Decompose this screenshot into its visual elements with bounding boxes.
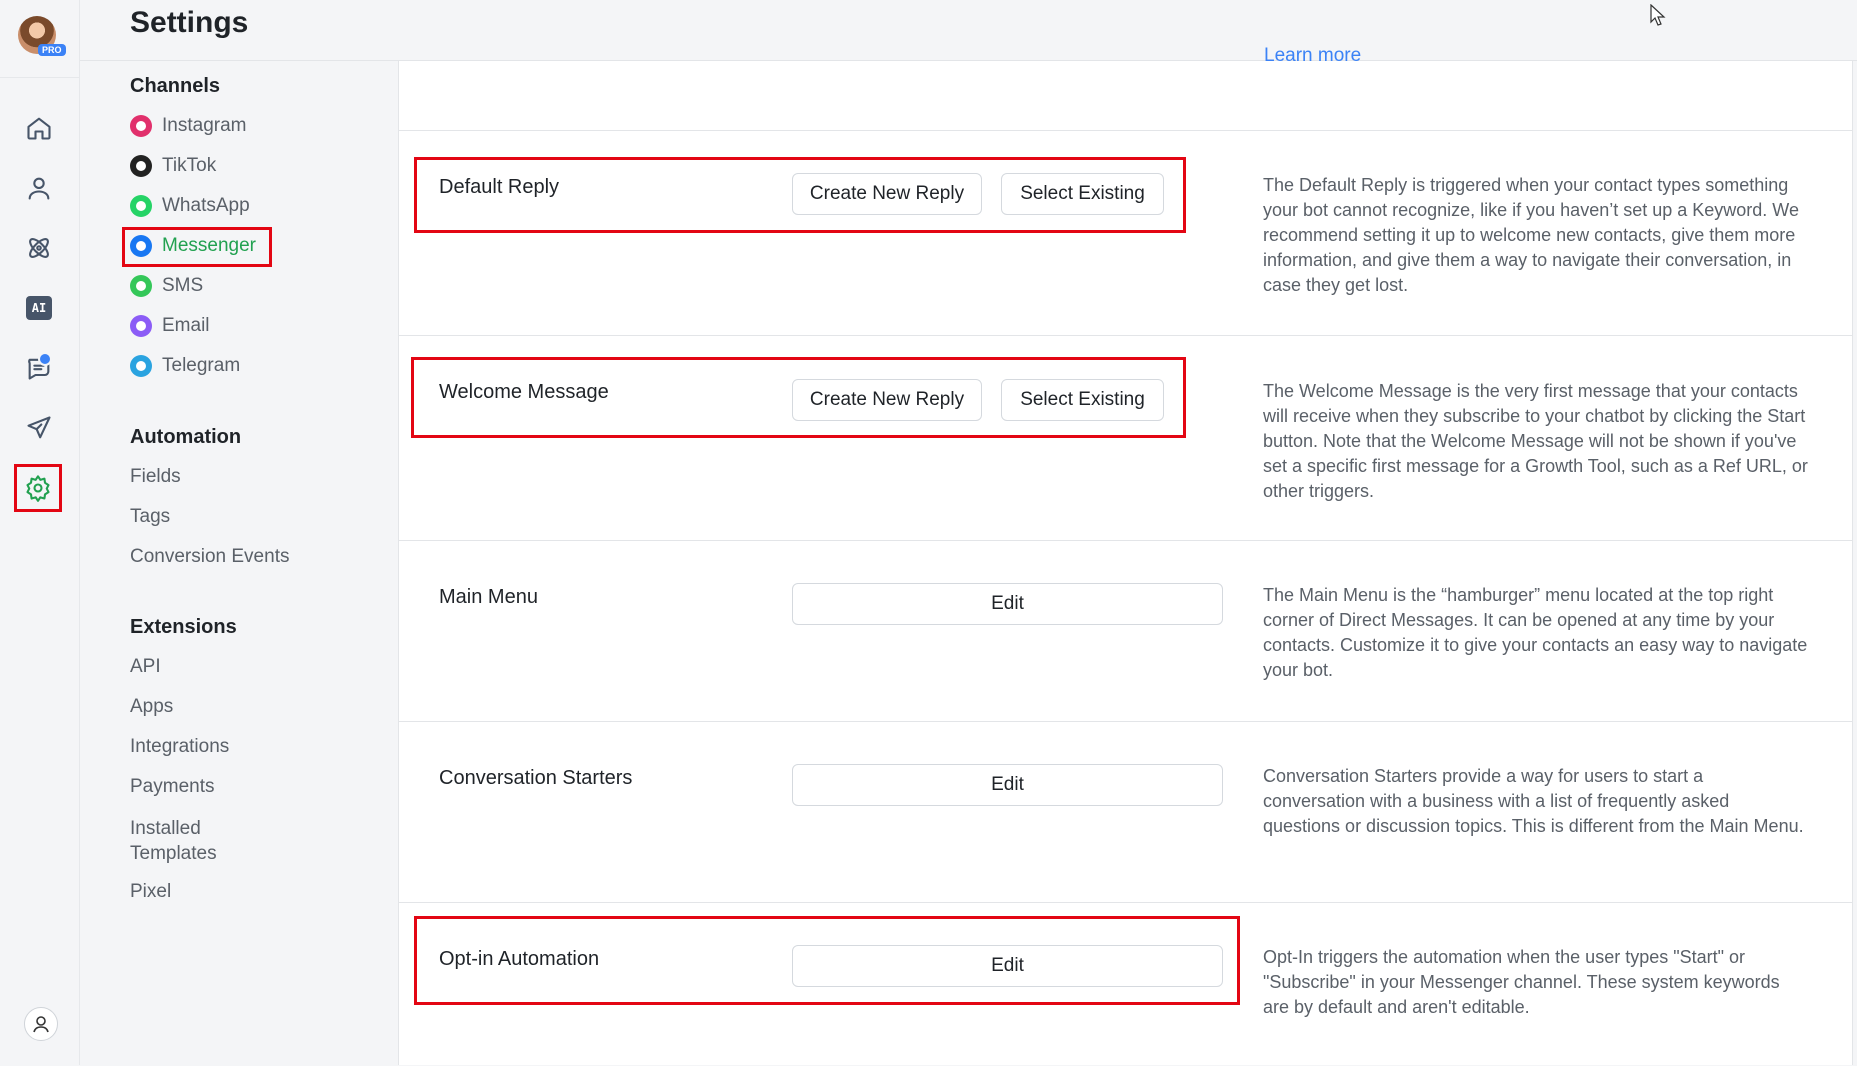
unread-dot — [38, 352, 52, 366]
automation-icon[interactable] — [19, 228, 59, 268]
section-description: Opt-In triggers the automation when the … — [1263, 947, 1780, 1017]
broadcast-icon[interactable] — [19, 408, 59, 448]
tiktok-icon — [130, 155, 152, 177]
sidebar-item-label: SMS — [162, 275, 204, 296]
section-label: Main Menu — [439, 586, 538, 608]
edit-button[interactable]: Edit — [792, 764, 1223, 806]
edit-button[interactable]: Edit — [792, 945, 1223, 987]
top-bar: Settings — [80, 0, 1857, 61]
sidebar-item-pixel[interactable]: Pixel — [130, 881, 171, 903]
sidebar-item-label: Telegram — [162, 355, 241, 376]
user-avatar[interactable] — [24, 1007, 58, 1041]
sms-icon — [130, 275, 152, 297]
section-label: Welcome Message — [439, 381, 609, 403]
sidebar-item-label: TikTok — [162, 155, 217, 176]
section-description: The Default Reply is triggered when your… — [1263, 175, 1799, 295]
sidebar-item-integrations[interactable]: Integrations — [130, 736, 229, 758]
edit-button[interactable]: Edit — [792, 583, 1223, 625]
automation-heading: Automation — [130, 426, 242, 448]
ai-icon[interactable]: AI — [19, 288, 59, 328]
messenger-settings-panel: Learn more Default Reply Create New Repl… — [398, 45, 1853, 1066]
select-existing-button[interactable]: Select Existing — [1001, 379, 1164, 421]
section-description: Conversation Starters provide a way for … — [1263, 766, 1804, 836]
icon-rail: PRO AI — [0, 0, 80, 1065]
telegram-icon — [130, 355, 152, 377]
conversation-starters-section: Conversation Starters Edit Conversation … — [399, 721, 1852, 903]
create-new-reply-button[interactable]: Create New Reply — [792, 173, 982, 215]
sidebar-item-payments[interactable]: Payments — [130, 776, 214, 798]
section-label: Opt-in Automation — [439, 948, 600, 970]
sidebar-item-tags[interactable]: Tags — [130, 506, 170, 528]
rail-divider — [0, 77, 79, 78]
learn-more-link[interactable]: Learn more — [1264, 45, 1361, 67]
sidebar-item-instagram[interactable]: Instagram — [130, 115, 246, 137]
select-existing-button[interactable]: Select Existing — [1001, 173, 1164, 215]
opt-in-automation-section: Opt-in Automation Edit Opt-In triggers t… — [399, 902, 1852, 1066]
pro-badge: PRO — [38, 44, 66, 56]
section-label: Conversation Starters — [439, 767, 633, 789]
sidebar-item-email[interactable]: Email — [130, 315, 210, 337]
settings-icon[interactable] — [14, 464, 62, 512]
section-description: The Welcome Message is the very first me… — [1263, 381, 1808, 501]
mouse-cursor-icon — [1650, 4, 1666, 26]
section-description: The Main Menu is the “hamburger” menu lo… — [1263, 585, 1808, 680]
page-title: Settings — [130, 6, 249, 39]
sidebar-item-fields[interactable]: Fields — [130, 466, 181, 488]
sidebar-item-tiktok[interactable]: TikTok — [130, 155, 216, 177]
ai-label: AI — [26, 296, 52, 320]
sidebar-item-label: Instagram — [162, 115, 247, 136]
home-icon[interactable] — [19, 108, 59, 148]
sidebar-item-label: WhatsApp — [162, 195, 250, 216]
section-label: Default Reply — [439, 176, 560, 198]
sidebar-item-sms[interactable]: SMS — [130, 275, 203, 297]
default-reply-section: Default Reply Create New Reply Select Ex… — [399, 130, 1852, 336]
instagram-icon — [130, 115, 152, 137]
sidebar-item-telegram[interactable]: Telegram — [130, 355, 240, 377]
messenger-highlight — [122, 227, 272, 267]
chat-icon[interactable] — [19, 348, 59, 388]
contacts-icon[interactable] — [19, 168, 59, 208]
sidebar-item-label: Email — [162, 315, 210, 336]
sidebar-item-conversion-events[interactable]: Conversion Events — [130, 546, 289, 568]
sidebar-item-installed-templates[interactable]: Installed Templates — [130, 816, 250, 866]
channels-heading: Channels — [130, 75, 221, 97]
sidebar-item-apps[interactable]: Apps — [130, 696, 173, 718]
whatsapp-icon — [130, 195, 152, 217]
create-new-reply-button[interactable]: Create New Reply — [792, 379, 982, 421]
sidebar-item-whatsapp[interactable]: WhatsApp — [130, 195, 250, 217]
settings-sidebar: Channels Instagram TikTok WhatsApp Messe… — [80, 61, 398, 1065]
sidebar-item-api[interactable]: API — [130, 656, 161, 678]
email-icon — [130, 315, 152, 337]
welcome-message-section: Welcome Message Create New Reply Select … — [399, 335, 1852, 541]
extensions-heading: Extensions — [130, 616, 237, 638]
main-menu-section: Main Menu Edit The Main Menu is the “ham… — [399, 540, 1852, 722]
